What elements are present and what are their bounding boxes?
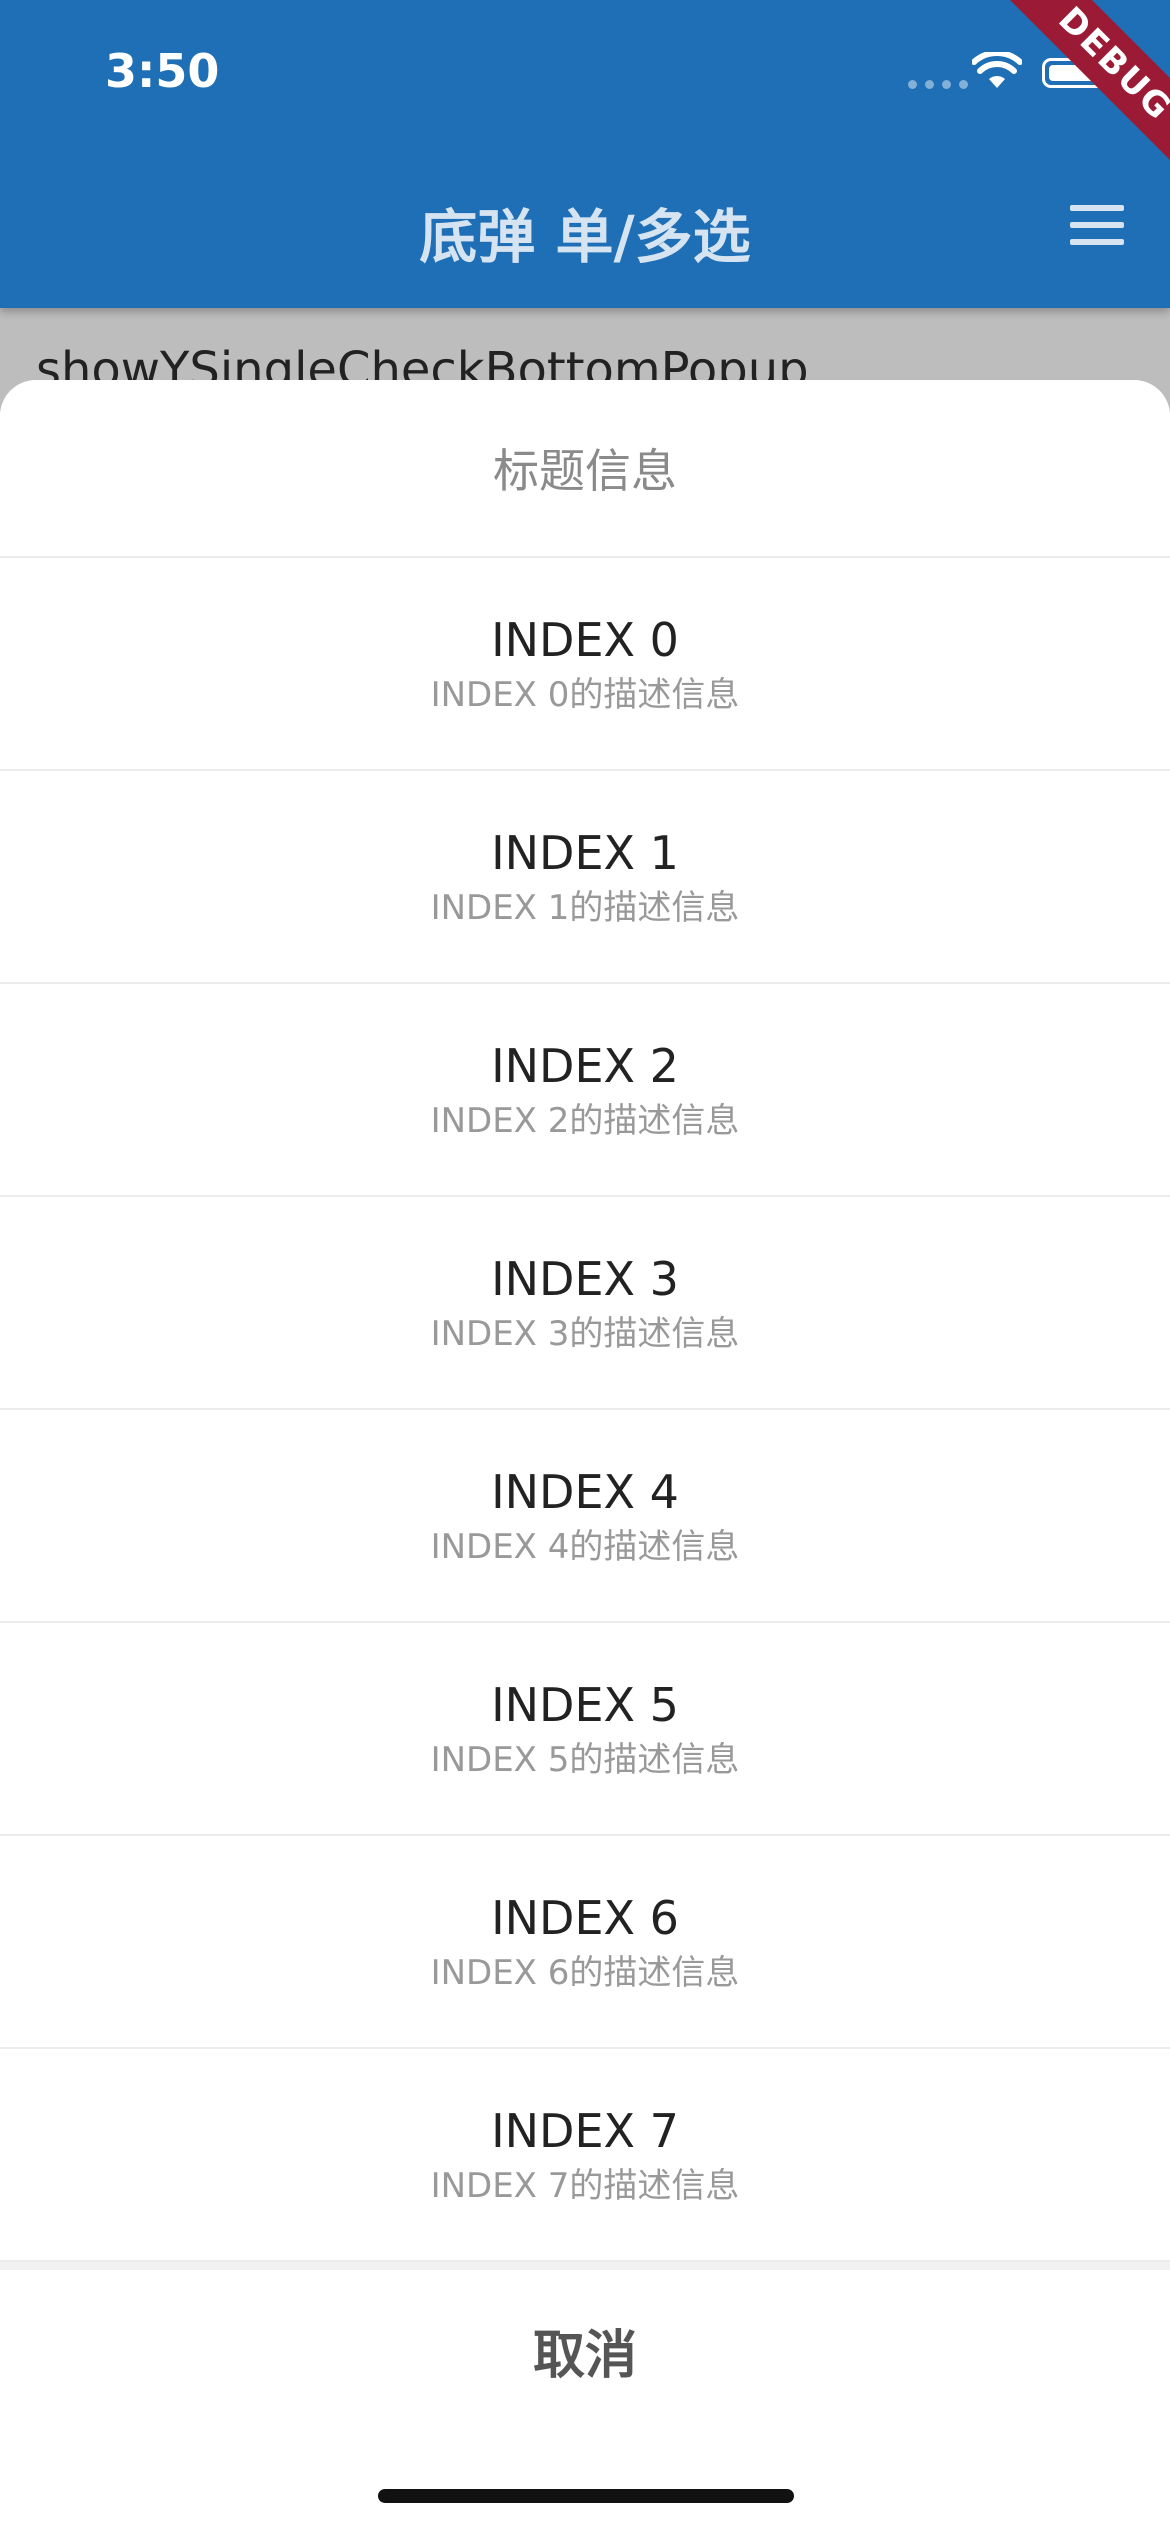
option-item[interactable]: INDEX 0 INDEX 0的描述信息 <box>0 558 1170 771</box>
option-label: INDEX 6 <box>491 1890 679 1945</box>
sheet-header: 标题信息 <box>0 380 1170 558</box>
sheet-title: 标题信息 <box>493 444 677 498</box>
option-description: INDEX 3的描述信息 <box>430 1313 740 1354</box>
page-title: 底弹 单/多选 <box>419 203 751 271</box>
option-item[interactable]: INDEX 4 INDEX 4的描述信息 <box>0 1410 1170 1623</box>
option-description: INDEX 0的描述信息 <box>430 674 740 715</box>
option-label: INDEX 1 <box>491 825 679 880</box>
option-item[interactable]: INDEX 7 INDEX 7的描述信息 <box>0 2049 1170 2262</box>
option-label: INDEX 7 <box>491 2103 679 2158</box>
option-item[interactable]: INDEX 2 INDEX 2的描述信息 <box>0 984 1170 1197</box>
option-item[interactable]: INDEX 3 INDEX 3的描述信息 <box>0 1197 1170 1410</box>
option-label: INDEX 2 <box>491 1038 679 1093</box>
option-description: INDEX 6的描述信息 <box>430 1952 740 1993</box>
option-item[interactable]: INDEX 6 INDEX 6的描述信息 <box>0 1836 1170 2049</box>
option-label: INDEX 4 <box>491 1464 679 1519</box>
option-label: INDEX 0 <box>491 612 679 667</box>
option-description: INDEX 4的描述信息 <box>430 1526 740 1567</box>
app-bar: 3:50 底弹 单/多选 <box>0 0 1170 308</box>
status-time: 3:50 <box>105 44 220 98</box>
cellular-signal-icon <box>908 80 968 89</box>
option-description: INDEX 1的描述信息 <box>430 887 740 928</box>
option-description: INDEX 2的描述信息 <box>430 1100 740 1141</box>
cancel-button[interactable]: 取消 <box>0 2270 1170 2430</box>
option-label: INDEX 3 <box>491 1251 679 1306</box>
option-label: INDEX 5 <box>491 1677 679 1732</box>
option-description: INDEX 7的描述信息 <box>430 2165 740 2206</box>
option-item[interactable]: INDEX 1 INDEX 1的描述信息 <box>0 771 1170 984</box>
option-item[interactable]: INDEX 5 INDEX 5的描述信息 <box>0 1623 1170 1836</box>
hamburger-menu-icon[interactable] <box>1070 205 1124 245</box>
bottom-sheet: 标题信息 INDEX 0 INDEX 0的描述信息 INDEX 1 INDEX … <box>0 380 1170 2532</box>
wifi-icon <box>972 52 1022 88</box>
option-description: INDEX 5的描述信息 <box>430 1739 740 1780</box>
home-indicator <box>378 2489 794 2503</box>
